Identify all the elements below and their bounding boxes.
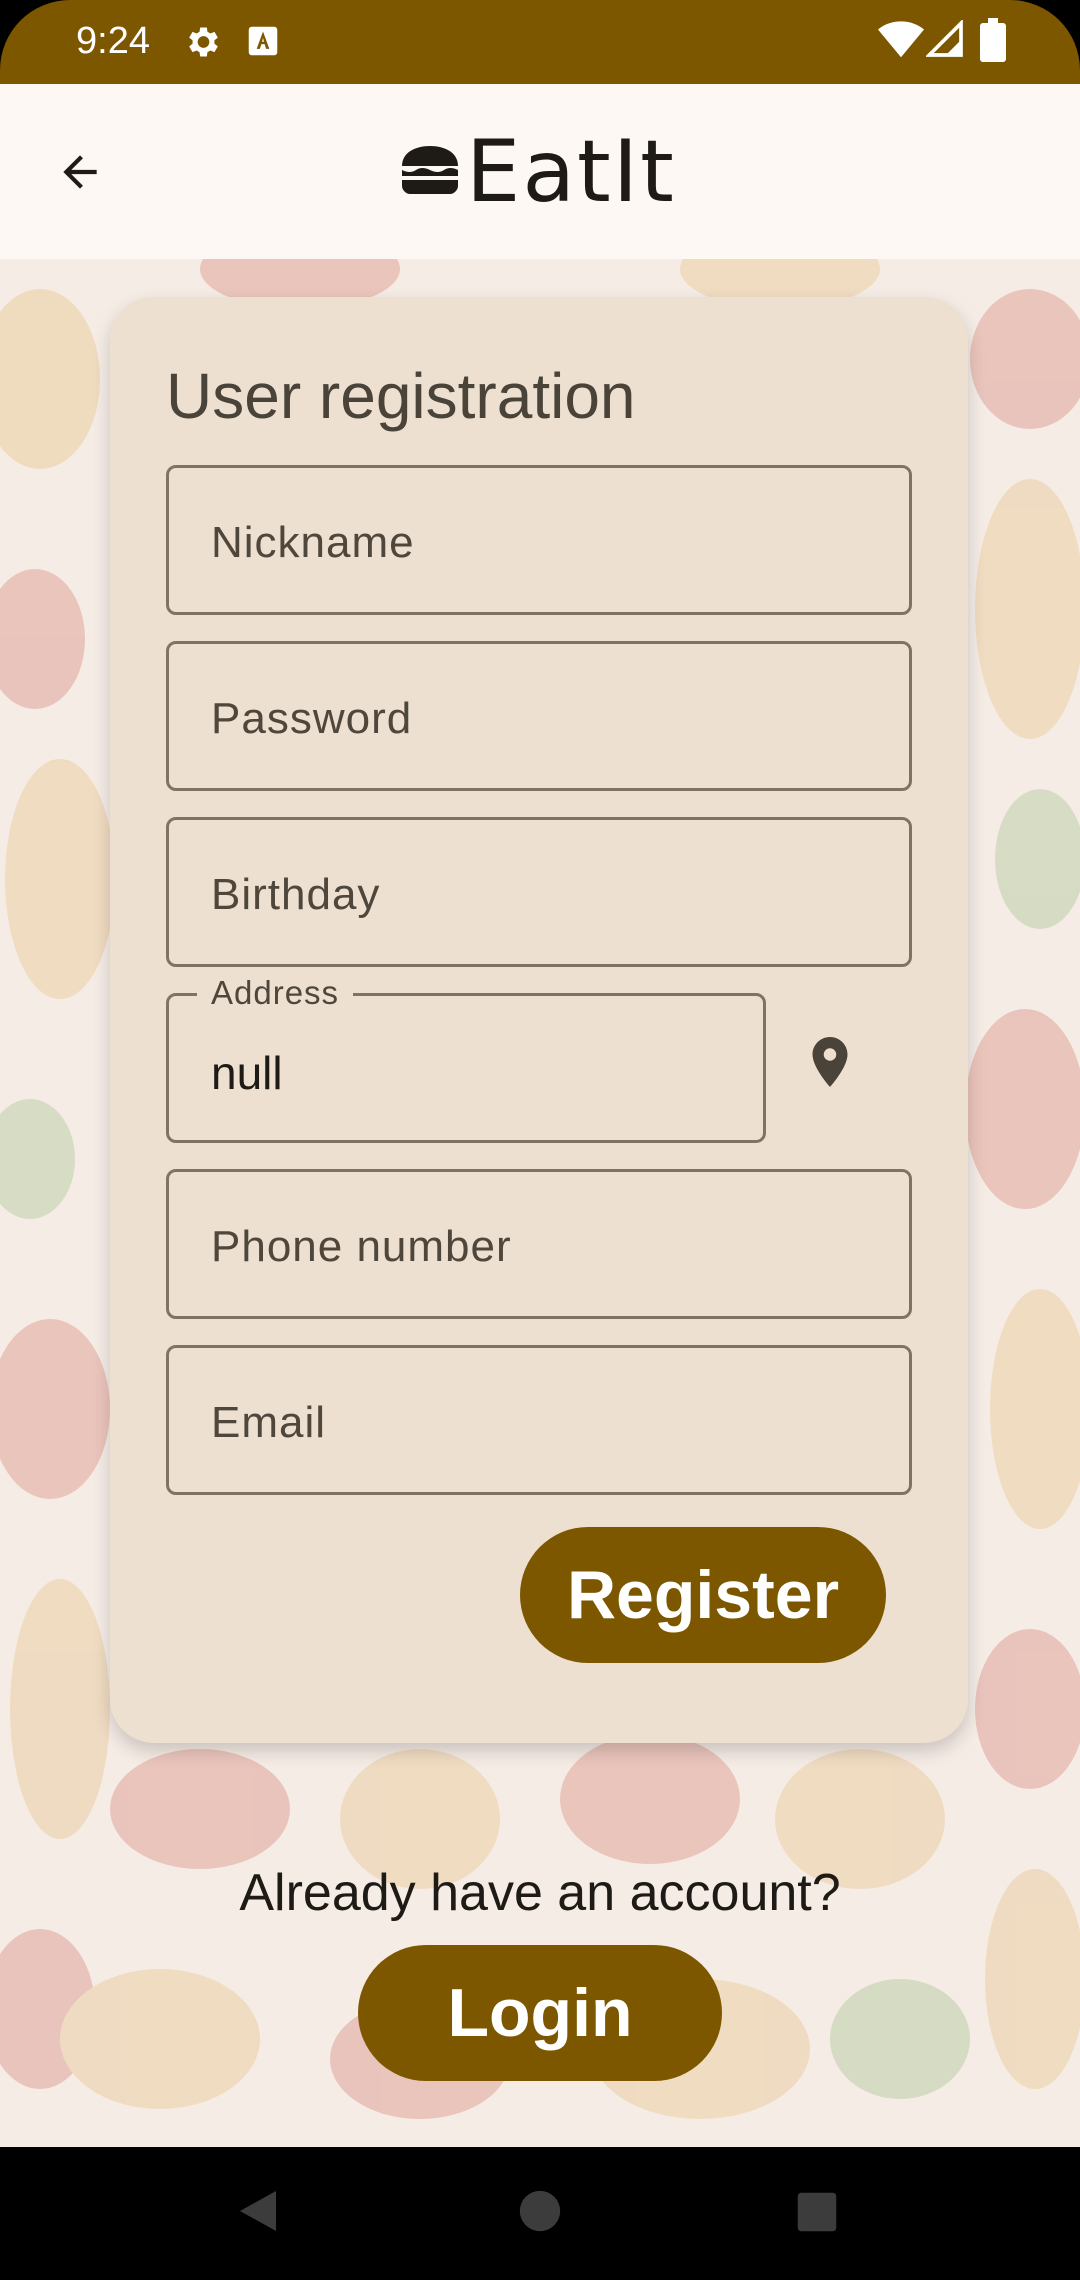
back-triangle-icon[interactable] xyxy=(236,2187,280,2240)
birthday-placeholder: Birthday xyxy=(211,870,381,919)
phone-screen: 9:24 EatIt User registration Nickname Pa… xyxy=(0,0,1080,2280)
font-icon xyxy=(244,22,282,65)
signal-icon xyxy=(924,18,966,65)
nickname-placeholder: Nickname xyxy=(211,518,415,567)
home-circle-icon[interactable] xyxy=(518,2189,562,2238)
already-have-account-text: Already have an account? xyxy=(239,1864,841,1922)
battery-icon xyxy=(980,18,1006,67)
address-field[interactable]: Address null xyxy=(166,974,766,1143)
email-placeholder: Email xyxy=(211,1398,327,1447)
nickname-field[interactable]: Nickname xyxy=(166,465,912,615)
address-label: Address xyxy=(197,974,354,1012)
app-bar: EatIt xyxy=(0,84,1080,259)
settings-icon xyxy=(182,22,222,67)
app-logo-text: EatIt xyxy=(466,122,676,222)
navigation-bar xyxy=(0,2147,1080,2280)
back-button[interactable] xyxy=(40,134,120,214)
status-time: 9:24 xyxy=(76,20,150,62)
location-pin-icon xyxy=(800,1037,860,1098)
phone-field[interactable]: Phone number xyxy=(166,1169,912,1319)
burger-icon xyxy=(400,145,460,199)
wifi-icon xyxy=(878,20,924,65)
email-field[interactable]: Email xyxy=(166,1345,912,1495)
login-button[interactable]: Login xyxy=(358,1945,722,2081)
arrow-back-icon xyxy=(55,147,105,202)
phone-placeholder: Phone number xyxy=(211,1222,512,1271)
address-value: null xyxy=(211,1047,283,1099)
app-logo: EatIt xyxy=(400,122,676,222)
birthday-field[interactable]: Birthday xyxy=(166,817,912,967)
registration-card: User registration Nickname Password Birt… xyxy=(110,297,968,1743)
location-button[interactable] xyxy=(800,1030,860,1099)
recents-square-icon[interactable] xyxy=(796,2191,838,2238)
password-field[interactable]: Password xyxy=(166,641,912,791)
register-button[interactable]: Register xyxy=(520,1527,886,1663)
status-bar: 9:24 xyxy=(0,0,1080,84)
card-title: User registration xyxy=(166,360,636,432)
password-placeholder: Password xyxy=(211,694,413,743)
content-area: User registration Nickname Password Birt… xyxy=(0,259,1080,2147)
